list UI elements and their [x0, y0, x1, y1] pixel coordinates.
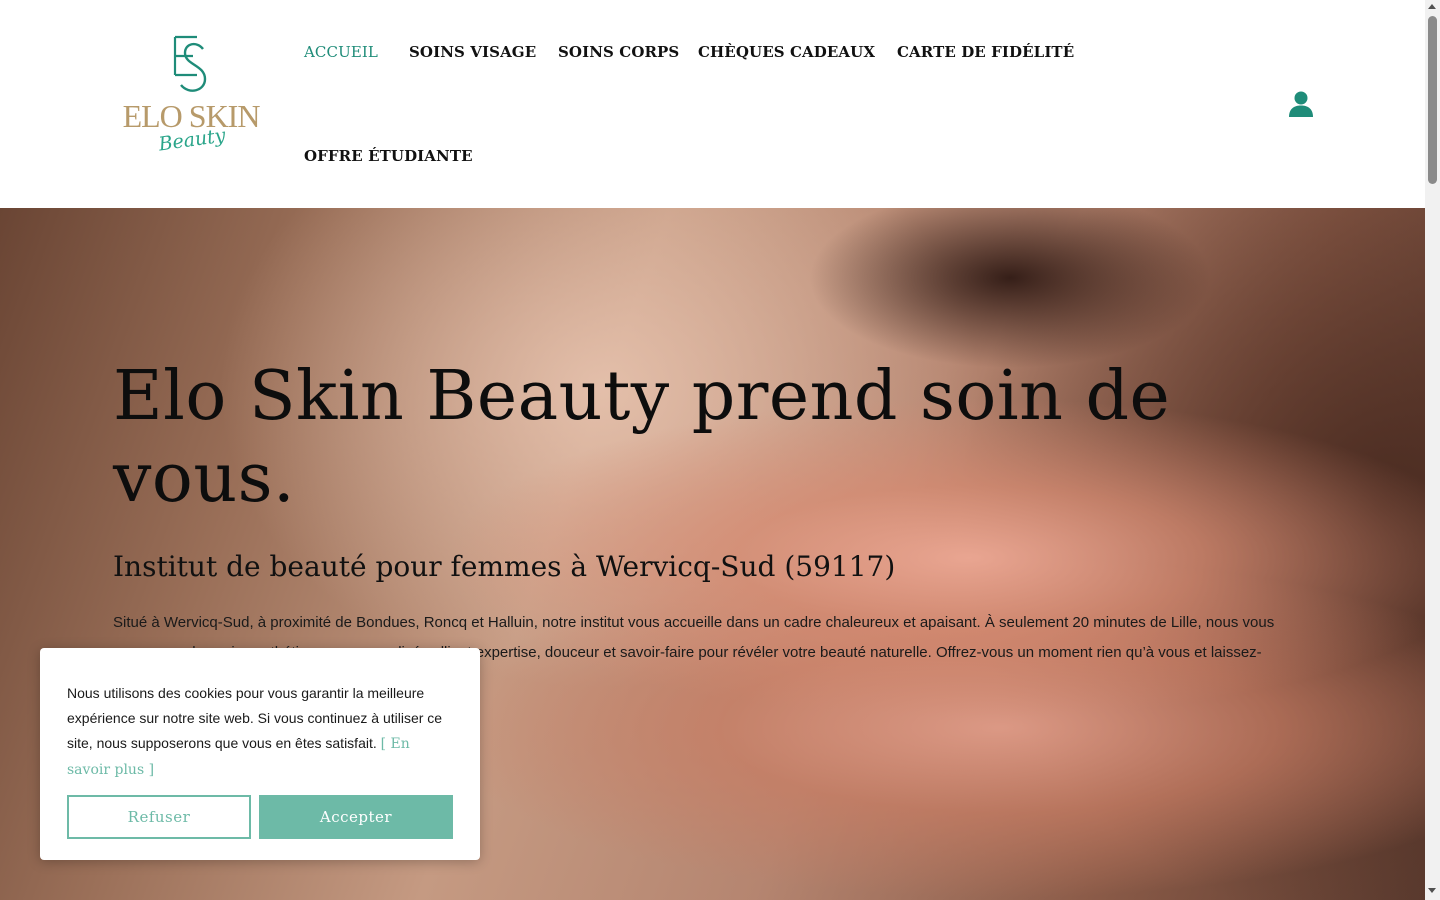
cookie-accept-button[interactable]: Accepter [259, 795, 453, 839]
nav-item-cheques-cadeaux[interactable]: CHÈQUES CADEAUX [698, 43, 875, 61]
nav-item-accueil[interactable]: ACCUEIL [304, 43, 378, 61]
user-icon[interactable] [1287, 90, 1315, 118]
logo-wordmark: ELO SKIN [122, 98, 261, 134]
cookie-banner: Nous utilisons des cookies pour vous gar… [40, 648, 480, 860]
site-logo[interactable]: ELO SKIN Beauty [113, 35, 269, 165]
hero-title: Elo Skin Beauty prend soin de vous. [113, 357, 1171, 518]
page-scrollbar[interactable] [1425, 0, 1440, 900]
nav-item-carte-fidelite[interactable]: CARTE DE FIDÉLITÉ [897, 43, 1074, 61]
cookie-message: Nous utilisons des cookies pour vous gar… [67, 681, 457, 783]
scroll-down-icon[interactable] [1428, 888, 1436, 893]
hero-subtitle: Institut de beauté pour femmes à Wervicq… [113, 550, 896, 583]
scrollbar-thumb[interactable] [1428, 16, 1437, 184]
site-header: ELO SKIN Beauty ACCUEIL SOINS VISAGE SOI… [0, 0, 1425, 208]
nav-item-offre-etudiante[interactable]: OFFRE ÉTUDIANTE [304, 147, 473, 165]
nav-item-soins-corps[interactable]: SOINS CORPS [558, 43, 679, 61]
cookie-refuse-button[interactable]: Refuser [67, 795, 251, 839]
nav-item-soins-visage[interactable]: SOINS VISAGE [409, 43, 536, 61]
logo-monogram [171, 35, 211, 97]
scroll-up-icon[interactable] [1428, 4, 1436, 9]
